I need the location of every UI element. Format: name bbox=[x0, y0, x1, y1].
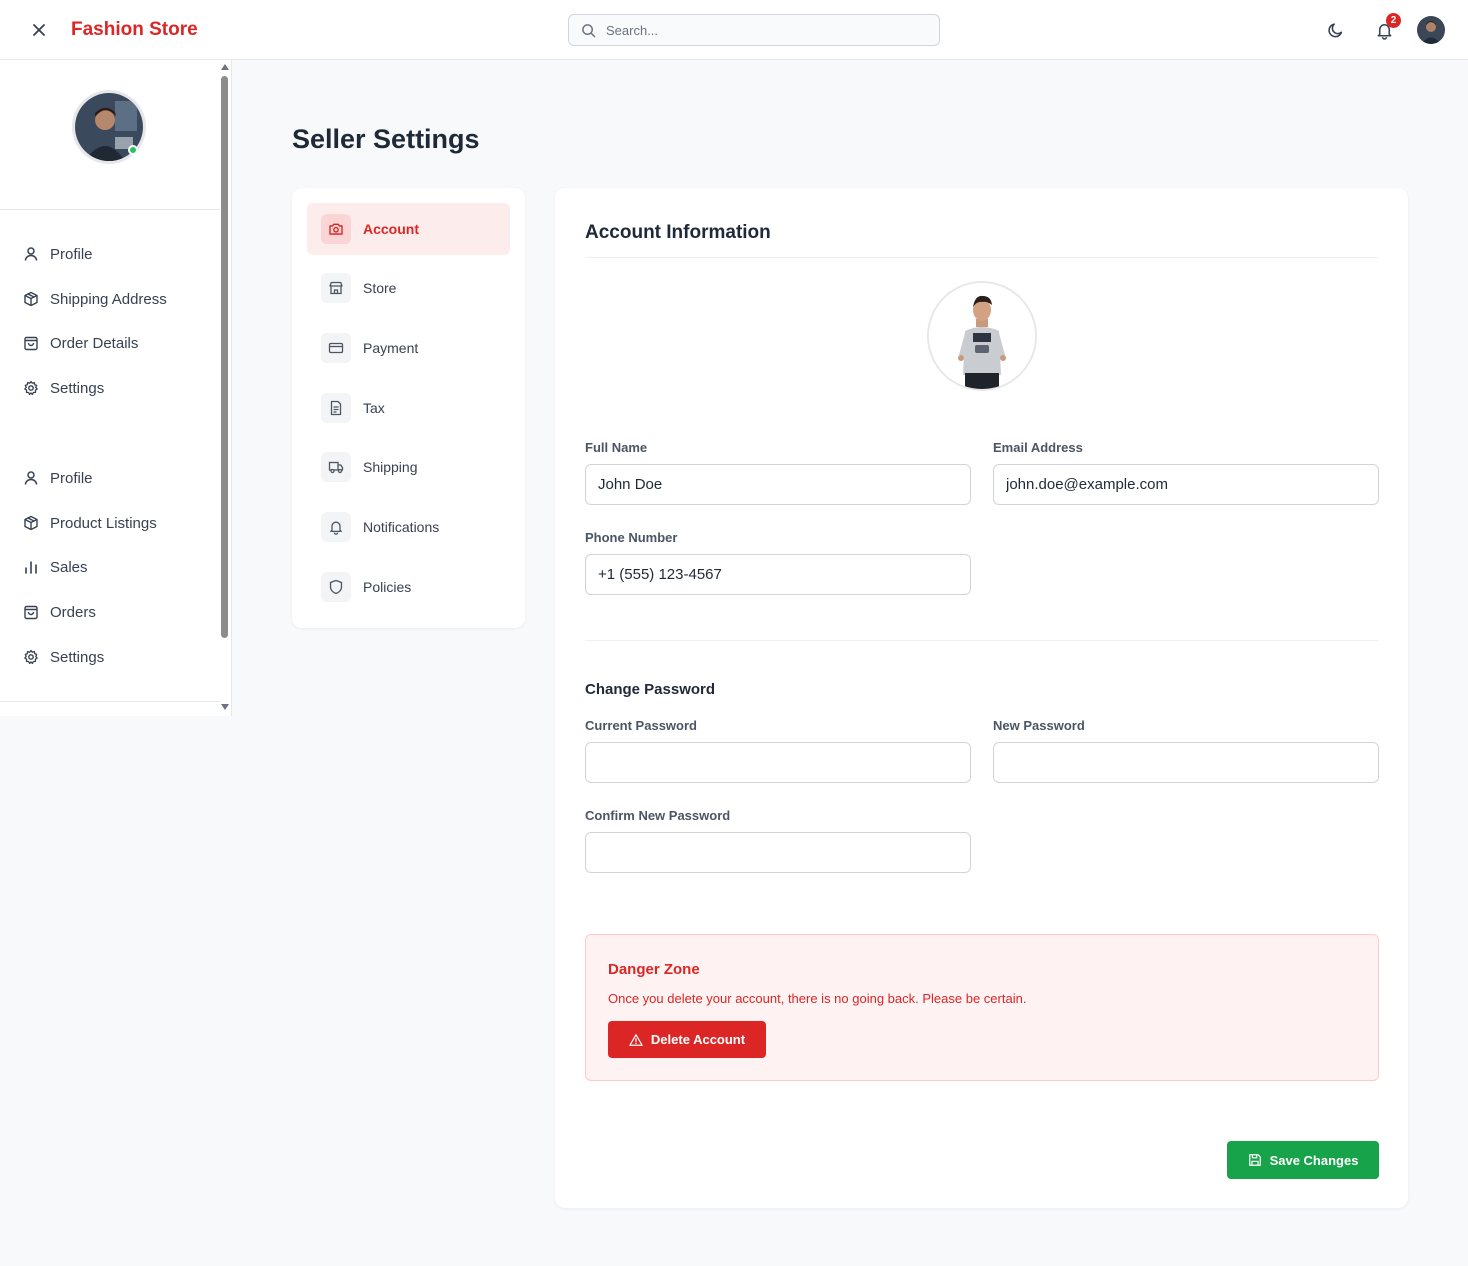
sidebar-scrollbar[interactable] bbox=[219, 60, 231, 716]
store-icon bbox=[321, 273, 351, 303]
search-input[interactable] bbox=[606, 22, 926, 38]
sidebar: Profile Shipping Address Order Details S… bbox=[0, 60, 232, 716]
sidebar-item-settings[interactable]: Settings bbox=[20, 373, 104, 403]
settings-tab-label: Notifications bbox=[363, 519, 440, 535]
settings-tab-policies[interactable]: Policies bbox=[307, 561, 510, 613]
full-name-label: Full Name bbox=[585, 440, 648, 455]
new-password-label: New Password bbox=[993, 718, 1085, 733]
settings-tab-notifications[interactable]: Notifications bbox=[307, 501, 510, 553]
sidebar-divider bbox=[0, 209, 220, 210]
sidebar-item-label: Shipping Address bbox=[50, 290, 167, 308]
sidebar-item-label: Sales bbox=[50, 558, 88, 576]
save-icon bbox=[1248, 1154, 1261, 1166]
sidebar-avatar[interactable] bbox=[72, 90, 146, 164]
sidebar-item-order-details[interactable]: Order Details bbox=[20, 328, 138, 358]
gear-icon bbox=[20, 377, 42, 399]
email-field[interactable] bbox=[993, 464, 1379, 505]
email-label: Email Address bbox=[993, 440, 1083, 455]
page-title: Seller Settings bbox=[292, 124, 480, 154]
sidebar-item-profile[interactable]: Profile bbox=[20, 239, 93, 269]
sidebar-item-label: Profile bbox=[50, 245, 93, 263]
sidebar-item-label: Settings bbox=[50, 379, 105, 397]
save-changes-button[interactable]: Save Changes bbox=[1227, 1141, 1379, 1179]
scroll-up-arrow[interactable] bbox=[221, 64, 229, 70]
settings-tab-label: Tax bbox=[363, 400, 385, 416]
account-panel: Account Information Full Name Email Addr… bbox=[555, 188, 1408, 1208]
shield-icon bbox=[321, 572, 351, 602]
settings-tab-store[interactable]: Store bbox=[307, 262, 510, 314]
settings-tab-label: Account bbox=[363, 221, 419, 237]
settings-tab-label: Payment bbox=[363, 340, 419, 356]
camera-icon bbox=[321, 214, 351, 244]
truck-icon bbox=[321, 452, 351, 482]
notification-badge: 2 bbox=[1386, 13, 1401, 28]
bell-icon bbox=[321, 512, 351, 542]
save-changes-label: Save Changes bbox=[1269, 1152, 1359, 1168]
current-password-field[interactable] bbox=[585, 742, 971, 783]
current-password-label: Current Password bbox=[585, 718, 697, 733]
notifications-button[interactable]: 2 bbox=[1370, 13, 1401, 44]
close-icon bbox=[33, 24, 45, 36]
danger-zone-text: Once you delete your account, there is n… bbox=[608, 991, 1027, 1006]
section-title-account: Account Information bbox=[585, 222, 771, 243]
settings-tab-payment[interactable]: Payment bbox=[307, 322, 510, 374]
search-icon bbox=[582, 23, 596, 37]
sidebar-item-label: Order Details bbox=[50, 334, 139, 352]
phone-field[interactable] bbox=[585, 554, 971, 595]
section-divider bbox=[585, 257, 1378, 258]
settings-tab-label: Shipping bbox=[363, 459, 418, 475]
credit-card-icon bbox=[321, 333, 351, 363]
user-avatar[interactable] bbox=[1417, 16, 1445, 44]
bag-icon bbox=[20, 601, 42, 623]
theme-toggle-button[interactable] bbox=[1322, 16, 1350, 44]
confirm-password-field[interactable] bbox=[585, 832, 971, 873]
sidebar-item-label: Settings bbox=[50, 648, 105, 666]
settings-tab-label: Store bbox=[363, 280, 397, 296]
full-name-field[interactable] bbox=[585, 464, 971, 505]
settings-tab-shipping[interactable]: Shipping bbox=[307, 441, 510, 493]
settings-tab-account[interactable]: Account bbox=[307, 203, 510, 255]
sidebar-item-label: Orders bbox=[50, 603, 96, 621]
new-password-field[interactable] bbox=[993, 742, 1379, 783]
sidebar-item-seller-profile[interactable]: Profile bbox=[20, 463, 93, 493]
brand-title[interactable]: Fashion Store bbox=[71, 19, 198, 41]
danger-zone-title: Danger Zone bbox=[608, 961, 700, 978]
user-icon bbox=[20, 467, 42, 489]
settings-nav: Account Store Payment Tax Shipping Notif… bbox=[292, 188, 525, 628]
package-icon bbox=[20, 288, 42, 310]
sidebar-item-sales[interactable]: Sales bbox=[20, 552, 88, 582]
danger-zone: Danger Zone Once you delete your account… bbox=[585, 934, 1379, 1081]
online-status-dot bbox=[128, 145, 138, 155]
close-button[interactable] bbox=[26, 17, 52, 43]
phone-label: Phone Number bbox=[585, 530, 678, 545]
sidebar-item-orders[interactable]: Orders bbox=[20, 597, 96, 627]
top-bar: Fashion Store 2 bbox=[0, 0, 1468, 60]
search-box[interactable] bbox=[568, 14, 940, 46]
sidebar-item-label: Profile bbox=[50, 469, 93, 487]
sidebar-item-shipping-address[interactable]: Shipping Address bbox=[20, 284, 167, 314]
section-divider bbox=[585, 640, 1378, 641]
warning-icon bbox=[629, 1033, 643, 1046]
section-title-password: Change Password bbox=[585, 681, 716, 698]
delete-account-button[interactable]: Delete Account bbox=[608, 1021, 766, 1058]
package-icon bbox=[20, 512, 42, 534]
settings-tab-label: Policies bbox=[363, 579, 412, 595]
bar-chart-icon bbox=[20, 556, 42, 578]
bag-icon bbox=[20, 332, 42, 354]
profile-picture[interactable] bbox=[927, 281, 1037, 391]
sidebar-item-label: Product Listings bbox=[50, 514, 157, 532]
document-icon bbox=[321, 393, 351, 423]
sidebar-divider bbox=[0, 701, 220, 702]
user-icon bbox=[20, 243, 42, 265]
scroll-down-arrow[interactable] bbox=[221, 704, 229, 710]
moon-icon bbox=[1328, 23, 1343, 38]
settings-tab-tax[interactable]: Tax bbox=[307, 382, 510, 434]
sidebar-item-product-listings[interactable]: Product Listings bbox=[20, 508, 157, 538]
scroll-thumb[interactable] bbox=[221, 76, 228, 638]
delete-account-label: Delete Account bbox=[650, 1032, 746, 1047]
confirm-password-label: Confirm New Password bbox=[585, 808, 731, 823]
sidebar-item-seller-settings[interactable]: Settings bbox=[20, 642, 104, 672]
gear-icon bbox=[20, 646, 42, 668]
